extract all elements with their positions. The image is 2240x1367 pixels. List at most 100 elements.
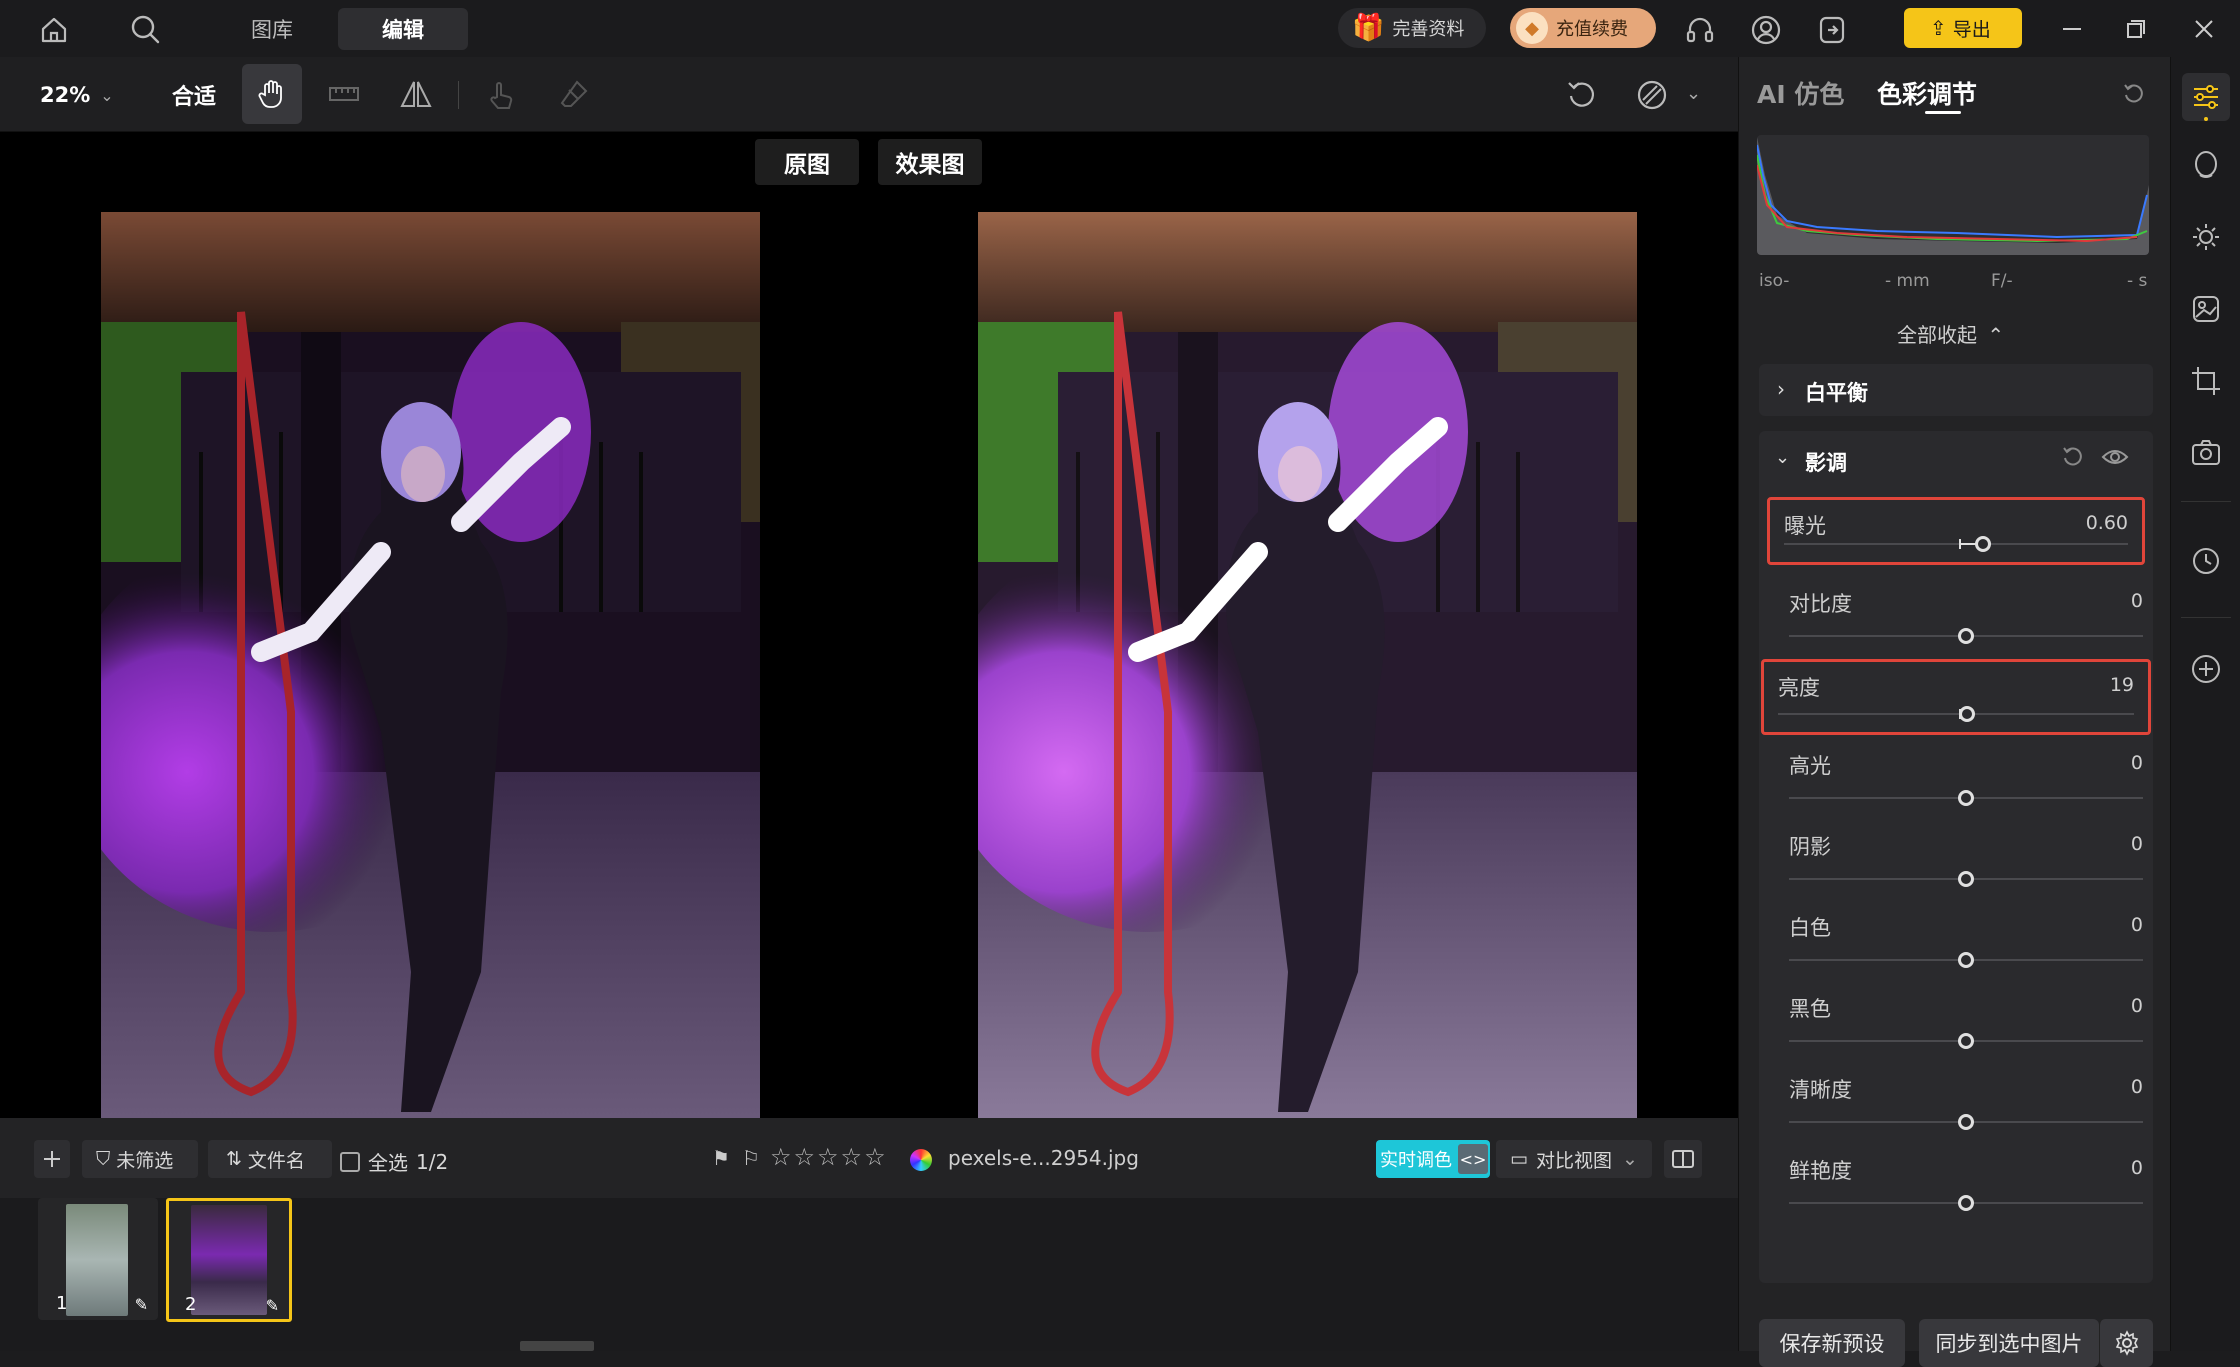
search-icon[interactable]	[126, 10, 164, 48]
portrait-icon[interactable]	[2186, 145, 2226, 185]
slider-row[interactable]: 黑色 0	[1775, 983, 2153, 1064]
mask-icon[interactable]	[1632, 75, 1672, 115]
slider-row[interactable]: 曝光 0.60	[1767, 497, 2145, 565]
add-circle-icon[interactable]	[2186, 649, 2226, 689]
crop-icon[interactable]	[2186, 361, 2226, 401]
compare-view-label: 对比视图	[1535, 1149, 1612, 1172]
adjust-panel: AI 仿色 色彩调节 iso- - mm F/- - s 全部收起 ⌃ › 白平…	[1738, 57, 2170, 1367]
compare-view-select[interactable]: ▭ 对比视图 ⌄	[1496, 1140, 1652, 1178]
select-all-label: 全选	[368, 1151, 408, 1175]
tab-ai-color[interactable]: AI 仿色	[1757, 75, 1844, 111]
eraser-icon[interactable]	[544, 64, 604, 124]
slider-track[interactable]	[1784, 543, 2128, 545]
save-preset-button[interactable]: 保存新预设	[1759, 1319, 1905, 1367]
tone-title: 影调	[1805, 451, 1847, 475]
slider-knob[interactable]	[1958, 790, 1974, 806]
sort-button[interactable]: ⇅ 文件名	[208, 1140, 332, 1178]
sun-icon[interactable]	[2186, 217, 2226, 257]
star-rating[interactable]: ☆☆☆☆☆	[770, 1143, 888, 1171]
thumbnail-image	[66, 1204, 128, 1316]
select-all-checkbox[interactable]	[340, 1151, 360, 1172]
adjust-sliders-icon[interactable]	[2182, 73, 2230, 121]
reset-icon[interactable]	[2061, 445, 2089, 473]
star-icon[interactable]: ☆	[864, 1143, 888, 1171]
ruler-icon[interactable]	[314, 64, 374, 124]
slider-knob[interactable]	[1958, 871, 1974, 887]
profile-button[interactable]: 🎁 完善资料	[1338, 8, 1486, 48]
star-icon[interactable]: ☆	[770, 1143, 794, 1171]
star-icon[interactable]: ☆	[817, 1143, 841, 1171]
export-button[interactable]: ⇪ 导出	[1904, 8, 2022, 48]
scrollbar-thumb[interactable]	[520, 1341, 594, 1351]
headset-icon[interactable]	[1682, 12, 1718, 48]
slider-value: 0	[2130, 995, 2143, 1017]
reset-icon[interactable]	[2119, 79, 2149, 109]
slider-knob[interactable]	[1958, 1114, 1974, 1130]
slider-value: 0	[2130, 833, 2143, 855]
undo-icon[interactable]	[1562, 75, 1602, 115]
exif-aperture: F/-	[1991, 271, 2013, 291]
slider-row[interactable]: 阴影 0	[1775, 821, 2153, 902]
home-icon[interactable]	[36, 12, 72, 48]
logout-icon[interactable]	[1814, 12, 1850, 48]
slider-row[interactable]: 清晰度 0	[1775, 1064, 2153, 1145]
exif-focal: - mm	[1885, 271, 1930, 291]
maximize-icon[interactable]	[2118, 14, 2154, 44]
filter-label: 未筛选	[116, 1149, 174, 1172]
chevron-up-icon: ⌃	[1987, 323, 2005, 347]
hand-tool-button[interactable]	[242, 64, 302, 124]
collapse-all-button[interactable]: 全部收起 ⌃	[1897, 319, 2004, 348]
image-edit-icon[interactable]	[2186, 289, 2226, 329]
active-dot	[2204, 117, 2208, 121]
flip-icon[interactable]	[386, 64, 446, 124]
slider-label: 阴影	[1789, 835, 1831, 859]
tab-edit[interactable]: 编辑	[338, 8, 468, 50]
recharge-button[interactable]: ◆ 充值续费	[1510, 8, 1656, 48]
slider-row[interactable]: 高光 0	[1775, 740, 2153, 821]
split-view-button[interactable]	[1664, 1140, 1702, 1178]
user-icon[interactable]	[1748, 12, 1784, 48]
slider-row[interactable]: 亮度 19	[1761, 659, 2151, 735]
slider-knob[interactable]	[1958, 706, 1975, 722]
tab-color-adjust[interactable]: 色彩调节	[1877, 75, 1977, 111]
live-color-toggle[interactable]: 实时调色 <>	[1376, 1140, 1490, 1178]
tab-library[interactable]: 图库	[224, 8, 320, 50]
select-all[interactable]: 全选 1/2	[340, 1147, 448, 1176]
filter-icon: ⛉	[96, 1148, 111, 1170]
slider-knob[interactable]	[1958, 952, 1974, 968]
result-photo[interactable]	[978, 212, 1637, 1118]
chevron-down-icon[interactable]: ⌄	[1775, 447, 1790, 468]
selection-count: 1/2	[416, 1149, 449, 1174]
slider-knob[interactable]	[1958, 1195, 1974, 1211]
settings-button[interactable]	[2099, 1319, 2153, 1367]
thumbnail[interactable]: 1 ✎	[38, 1198, 158, 1320]
thumbnail-selected[interactable]: 2 ✎	[166, 1198, 292, 1322]
history-icon[interactable]	[2186, 541, 2226, 581]
slider-knob[interactable]	[1958, 1033, 1974, 1049]
camera-icon[interactable]	[2186, 433, 2226, 473]
add-image-button[interactable]	[34, 1140, 70, 1178]
fit-button[interactable]: 合适	[172, 79, 216, 111]
zoom-select[interactable]: 22% ⌄	[40, 79, 130, 111]
white-balance-section[interactable]: › 白平衡	[1759, 364, 2153, 416]
slider-row[interactable]: 白色 0	[1775, 902, 2153, 983]
sync-button[interactable]: 同步到选中图片	[1919, 1319, 2099, 1367]
star-icon[interactable]: ☆	[794, 1143, 818, 1171]
flag-reject-icon[interactable]: ⚐	[742, 1146, 760, 1170]
histogram	[1757, 135, 2149, 255]
filter-button[interactable]: ⛉ 未筛选	[82, 1140, 198, 1178]
slider-row[interactable]: 对比度 0	[1775, 578, 2153, 659]
flag-pick-icon[interactable]: ⚑	[712, 1146, 730, 1170]
star-icon[interactable]: ☆	[841, 1143, 865, 1171]
eye-icon[interactable]	[2101, 445, 2131, 473]
slider-row[interactable]: 鲜艳度 0	[1775, 1145, 2153, 1226]
slider-knob[interactable]	[1958, 628, 1974, 644]
slider-track[interactable]	[1778, 713, 2134, 715]
touch-icon[interactable]	[472, 64, 532, 124]
color-label-icon[interactable]	[910, 1149, 932, 1171]
slider-knob[interactable]	[1975, 536, 1991, 552]
close-icon[interactable]	[2186, 14, 2222, 44]
minimize-icon[interactable]	[2054, 14, 2090, 44]
mask-dropdown-icon[interactable]: ⌄	[1686, 83, 1701, 104]
original-photo[interactable]	[101, 212, 760, 1118]
